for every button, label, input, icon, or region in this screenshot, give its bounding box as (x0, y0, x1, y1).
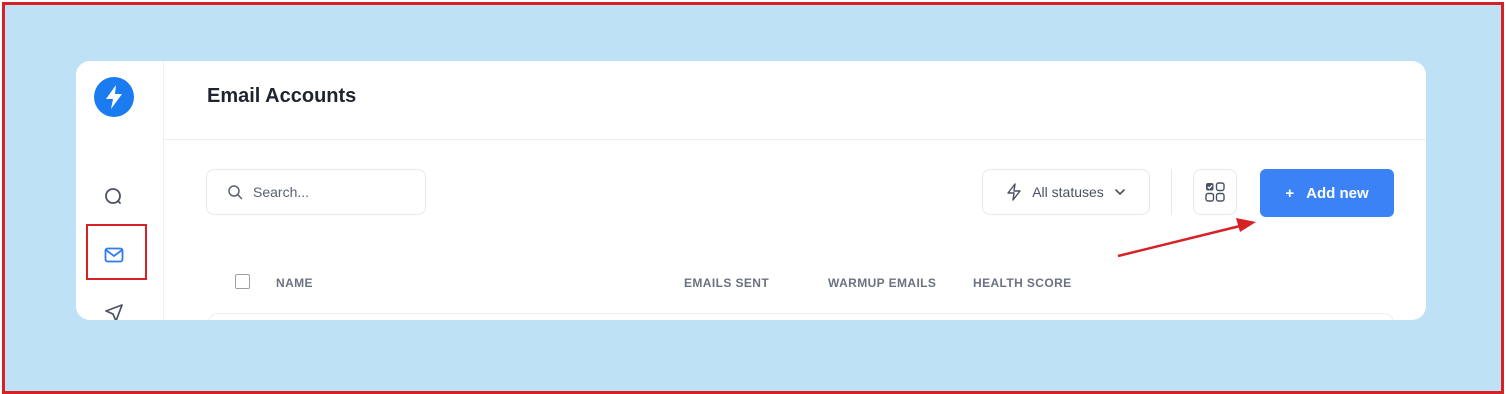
app-logo[interactable] (94, 77, 134, 117)
status-filter-label: All statuses (1032, 184, 1104, 200)
search-icon (105, 188, 121, 204)
sidebar (76, 61, 164, 320)
search-input[interactable] (251, 183, 415, 201)
sidebar-item-email-accounts[interactable] (100, 241, 128, 269)
send-icon (105, 304, 123, 320)
add-new-label: Add new (1306, 184, 1369, 202)
grid-view-toggle[interactable] (1193, 169, 1237, 215)
table-header: NAME EMAILS SENT WARMUP EMAILS HEALTH SC… (164, 267, 1426, 297)
page-title: Email Accounts (207, 85, 357, 107)
lightning-icon (1007, 183, 1021, 201)
grid-view-icon (1205, 182, 1225, 202)
mail-icon (104, 247, 124, 263)
status-filter-dropdown[interactable]: All statuses (982, 169, 1150, 215)
add-new-button[interactable]: + Add new (1260, 169, 1394, 217)
main-content: Email Accounts All statuses (164, 61, 1426, 320)
plus-icon: + (1285, 184, 1295, 202)
table-row (208, 313, 1394, 320)
sidebar-item-search[interactable] (100, 183, 128, 211)
chevron-down-icon (1114, 189, 1125, 196)
column-header-name[interactable]: NAME (276, 276, 313, 290)
app-window: Email Accounts All statuses (76, 61, 1426, 320)
toolbar-divider (1171, 169, 1172, 215)
sidebar-item-campaigns[interactable] (100, 299, 128, 320)
column-header-emails-sent[interactable]: EMAILS SENT (684, 276, 769, 290)
search-box[interactable] (206, 169, 426, 215)
select-all-checkbox[interactable] (235, 274, 250, 289)
search-icon (228, 185, 243, 200)
page-header: Email Accounts (164, 61, 1426, 140)
column-header-warmup-emails[interactable]: WARMUP EMAILS (828, 276, 936, 290)
lightning-icon (106, 85, 122, 109)
column-header-health-score[interactable]: HEALTH SCORE (973, 276, 1072, 290)
